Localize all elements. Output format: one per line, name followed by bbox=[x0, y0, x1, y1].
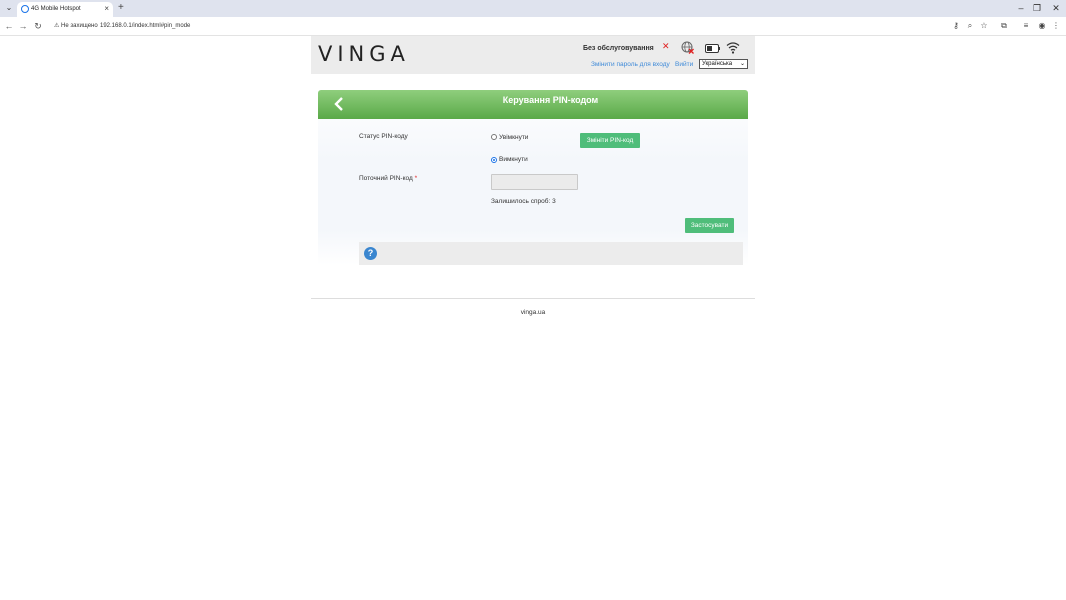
media-controls-icon[interactable]: ≡ bbox=[1020, 20, 1032, 32]
back-icon[interactable]: ← bbox=[2, 19, 16, 33]
bookmark-star-icon[interactable]: ☆ bbox=[978, 20, 990, 32]
panel-title: Керування PIN-кодом bbox=[502, 95, 599, 105]
url-text[interactable]: 192.168.0.1/index.html#pin_mode bbox=[100, 20, 190, 32]
router-header: VINGA Без обслуговування ✕ Змінити парол… bbox=[311, 36, 755, 74]
current-pin-label-text: Поточний PIN-код bbox=[359, 175, 413, 182]
change-password-link[interactable]: Змінити пароль для входу bbox=[591, 60, 670, 70]
radio-disable-label[interactable]: Вимкнути bbox=[499, 155, 528, 165]
logout-link[interactable]: Вийти bbox=[675, 60, 693, 70]
attempts-remaining: Залишилось спроб: 3 bbox=[491, 198, 556, 205]
current-pin-label: Поточний PIN-код * bbox=[359, 174, 417, 184]
vinga-logo: VINGA bbox=[318, 42, 410, 66]
help-box: ? bbox=[359, 242, 743, 265]
not-secure-label: Не захищено bbox=[61, 23, 98, 29]
wifi-icon bbox=[726, 42, 740, 54]
current-pin-input[interactable] bbox=[491, 174, 578, 190]
footer-divider bbox=[311, 298, 755, 299]
password-key-icon[interactable]: ⚷ bbox=[950, 20, 962, 32]
extensions-icon[interactable]: ⧉ bbox=[998, 20, 1010, 32]
radio-disable[interactable] bbox=[491, 157, 497, 163]
reload-icon[interactable]: ↻ bbox=[31, 19, 45, 33]
tab-search-icon[interactable]: ⌄ bbox=[4, 3, 14, 13]
radio-enable-label[interactable]: Увімкнути bbox=[499, 133, 528, 143]
footer-text: vinga.ua bbox=[520, 309, 546, 316]
panel-header: Керування PIN-кодом bbox=[318, 90, 748, 119]
new-tab-icon[interactable]: + bbox=[118, 1, 124, 15]
not-secure-badge[interactable]: ⚠ Не захищено bbox=[54, 20, 98, 32]
pin-status-label: Статус PIN-коду bbox=[359, 133, 408, 140]
apply-button[interactable]: Застосувати bbox=[685, 218, 734, 233]
required-mark: * bbox=[414, 175, 418, 182]
no-signal-x-icon: ✕ bbox=[662, 41, 670, 51]
tab-title: 4G Mobile Hotspot bbox=[31, 6, 81, 12]
language-selected-value: Українська bbox=[702, 61, 733, 67]
menu-dots-icon[interactable]: ⋮ bbox=[1050, 20, 1062, 32]
network-globe-icon bbox=[681, 41, 694, 54]
language-select[interactable]: Українська ⌄ bbox=[699, 59, 748, 69]
browser-tab-bar: ⌄ 4G Mobile Hotspot × + – ❐ ✕ bbox=[0, 0, 1066, 17]
battery-icon bbox=[705, 44, 720, 53]
profile-icon[interactable]: ◉ bbox=[1036, 20, 1048, 32]
service-status: Без обслуговування bbox=[583, 45, 654, 52]
address-bar[interactable]: ⚠ Не захищено 192.168.0.1/index.html#pin… bbox=[50, 19, 946, 33]
page: VINGA Без обслуговування ✕ Змінити парол… bbox=[0, 36, 1066, 600]
zoom-icon[interactable]: ⌕ bbox=[964, 20, 976, 32]
restore-icon[interactable]: ❐ bbox=[1030, 1, 1044, 15]
browser-toolbar: ← → ↻ ⚠ Не захищено 192.168.0.1/index.ht… bbox=[0, 17, 1066, 36]
tab-favicon-icon bbox=[21, 5, 29, 13]
chevron-down-icon: ⌄ bbox=[739, 61, 745, 67]
change-pin-button[interactable]: Змініти PIN-код bbox=[580, 133, 640, 148]
minimize-icon[interactable]: – bbox=[1014, 1, 1028, 15]
forward-icon[interactable]: → bbox=[16, 19, 30, 33]
tab-close-icon[interactable]: × bbox=[104, 3, 109, 14]
pin-management-panel: Керування PIN-кодом Статус PIN-коду Увім… bbox=[318, 90, 748, 265]
window-close-icon[interactable]: ✕ bbox=[1049, 1, 1063, 15]
radio-enable[interactable] bbox=[491, 134, 497, 140]
browser-tab[interactable]: 4G Mobile Hotspot × bbox=[17, 2, 113, 17]
help-question-icon[interactable]: ? bbox=[364, 247, 377, 260]
